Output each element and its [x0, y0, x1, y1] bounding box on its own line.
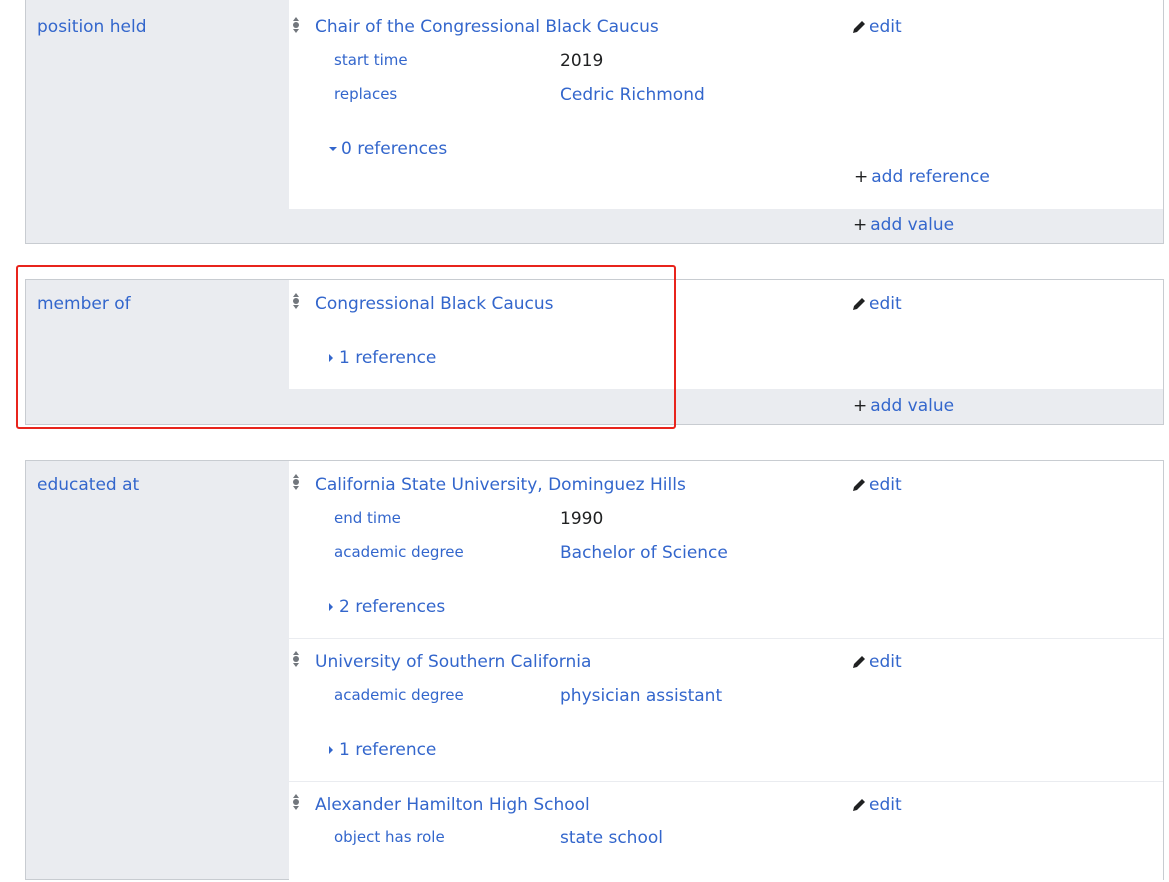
caret-down-icon	[329, 147, 337, 151]
statement: Alexander Hamilton High School edit obje…	[289, 781, 1163, 882]
add-value-label: add value	[870, 215, 955, 235]
statement: Chair of the Congressional Black Caucus …	[289, 0, 1163, 209]
property-label-position-held[interactable]: position held	[37, 17, 147, 37]
references-label: 2 references	[339, 597, 446, 617]
plus-icon: +	[854, 167, 869, 187]
qualifier-value: 1990	[560, 509, 604, 529]
statement-group-educated-at: educated at California State University,…	[25, 460, 1164, 882]
pencil-icon	[853, 479, 865, 491]
qualifier-value: 2019	[560, 51, 604, 71]
pencil-icon	[853, 21, 865, 33]
add-value-button[interactable]: + add value	[853, 396, 954, 416]
edit-button[interactable]: edit	[851, 475, 902, 495]
highlight-box	[16, 265, 676, 429]
plus-icon: +	[853, 215, 868, 235]
pencil-icon	[853, 298, 865, 310]
references-label: 0 references	[341, 139, 448, 159]
statement: California State University, Dominguez H…	[289, 461, 1163, 638]
qualifier-value[interactable]: state school	[560, 828, 663, 848]
qualifier-value[interactable]: Bachelor of Science	[560, 543, 728, 563]
statement-value[interactable]: California State University, Dominguez H…	[315, 475, 686, 495]
references-toggle[interactable]: 2 references	[329, 597, 445, 617]
statement-value[interactable]: Alexander Hamilton High School	[315, 795, 590, 815]
edit-label: edit	[869, 17, 902, 37]
rank-normal-icon[interactable]	[291, 14, 301, 36]
references-label: 1 reference	[339, 740, 437, 760]
add-value-button[interactable]: + add value	[853, 215, 954, 235]
edit-button[interactable]: edit	[851, 652, 902, 672]
qualifier-value[interactable]: Cedric Richmond	[560, 85, 705, 105]
qualifier-property[interactable]: replaces	[334, 85, 397, 103]
property-label-educated-at[interactable]: educated at	[37, 475, 139, 495]
qualifier-property[interactable]: academic degree	[334, 543, 464, 561]
edit-label: edit	[869, 795, 902, 815]
edit-label: edit	[869, 475, 902, 495]
references-toggle[interactable]: 0 references	[329, 139, 447, 159]
rank-normal-icon[interactable]	[291, 471, 301, 493]
add-value-label: add value	[870, 396, 955, 416]
add-reference-label: add reference	[871, 167, 990, 187]
caret-right-icon	[329, 603, 333, 611]
qualifier-property[interactable]: start time	[334, 51, 408, 69]
qualifier-property[interactable]: object has role	[334, 828, 445, 846]
caret-right-icon	[329, 746, 333, 754]
rank-normal-icon[interactable]	[291, 791, 301, 813]
edit-button[interactable]: edit	[851, 795, 902, 815]
rank-normal-icon[interactable]	[291, 648, 301, 670]
edit-button[interactable]: edit	[851, 17, 902, 37]
plus-icon: +	[853, 396, 868, 416]
pencil-icon	[853, 656, 865, 668]
statement: University of Southern California edit a…	[289, 638, 1163, 781]
qualifier-property[interactable]: end time	[334, 509, 401, 527]
add-reference-button[interactable]: + add reference	[854, 167, 990, 187]
edit-button[interactable]: edit	[851, 294, 902, 314]
statement-group-position-held: position held Chair of the Congressional…	[25, 0, 1164, 244]
statement-value[interactable]: University of Southern California	[315, 652, 591, 672]
statement-list: Chair of the Congressional Black Caucus …	[289, 0, 1163, 209]
pencil-icon	[853, 799, 865, 811]
edit-label: edit	[869, 652, 902, 672]
edit-label: edit	[869, 294, 902, 314]
references-toggle[interactable]: 1 reference	[329, 740, 436, 760]
statement-value[interactable]: Chair of the Congressional Black Caucus	[315, 17, 659, 37]
qualifier-property[interactable]: academic degree	[334, 686, 464, 704]
statement-list: California State University, Dominguez H…	[289, 461, 1163, 882]
qualifier-value[interactable]: physician assistant	[560, 686, 722, 706]
